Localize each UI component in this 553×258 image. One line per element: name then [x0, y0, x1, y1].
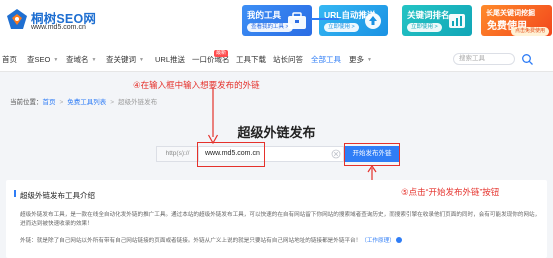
new-badge: 最新	[214, 50, 229, 57]
intro-paragraph-backlink: 外链：就是除了自己网站以外所有带有自己网站链接的页面或者链接。外链从广义上说的就…	[20, 237, 545, 246]
breadcrumb-separator: >	[59, 99, 64, 106]
nav-label: 查域名	[66, 55, 89, 64]
nav-item-qa[interactable]: 站长问答	[273, 54, 303, 65]
nav-item-url-push[interactable]: URL推送	[155, 54, 185, 65]
breadcrumb-separator: >	[110, 99, 115, 106]
chevron-down-icon: ▼	[139, 57, 144, 63]
search-icon[interactable]	[521, 53, 534, 66]
nav-item-downloads[interactable]: 工具下载	[236, 54, 266, 65]
promo-title: 关键词排名	[407, 10, 450, 20]
promo-my-tools[interactable]: 我的工具 查看我的工具 >	[242, 5, 312, 36]
nav-label: URL推送	[155, 55, 186, 64]
nav-label: 全部工具	[311, 55, 341, 64]
clear-icon[interactable]	[331, 149, 341, 159]
annotation-step5: ⑤点击“开始发布外链”按钮	[401, 187, 500, 197]
breadcrumb-label: 当前位置：	[10, 99, 43, 106]
nav-label: 首页	[2, 55, 17, 64]
nav-item-keyword[interactable]: 查关键词 ▼	[106, 54, 144, 65]
annotation-step4: ④在输入框中输入想要发布的外链	[133, 80, 260, 90]
promo-url-push[interactable]: URL自动推送 立即使用 >	[319, 5, 388, 36]
breadcrumb: 当前位置：首页 > 免费工具列表 > 超级外链发布	[10, 96, 157, 106]
nav-label: 工具下载	[236, 55, 266, 64]
breadcrumb-home[interactable]: 首页	[43, 99, 56, 106]
nav-item-more[interactable]: 更多 ▼	[349, 54, 372, 65]
tool-search-input[interactable]: 搜索工具	[453, 53, 515, 65]
chevron-down-icon: ▼	[367, 57, 372, 63]
how-it-works-link[interactable]: （工作原理）	[361, 238, 395, 244]
nav-item-all-tools[interactable]: 全部工具	[311, 54, 341, 65]
upload-icon	[365, 13, 381, 29]
site-header: 桐树SEO网 www.md5.com.cn 我的工具 查看我的工具 > URL自…	[0, 0, 553, 46]
breadcrumb-current: 超级外链发布	[118, 99, 158, 106]
info-icon	[395, 237, 402, 243]
annotation-arrow-down-icon	[207, 88, 219, 144]
promo-ad-button[interactable]: 点击免费使用	[511, 27, 550, 36]
promo-longtail-ad[interactable]: 长尾关键词挖掘 免费使用 点击免费使用	[481, 5, 552, 36]
chevron-down-icon: ▼	[53, 57, 59, 63]
promo-button[interactable]: 立即使用 >	[324, 23, 359, 32]
ranking-chart-icon	[449, 14, 465, 28]
nav-item-domain[interactable]: 查域名 ▼	[66, 54, 96, 65]
site-logo[interactable]: 桐树SEO网 www.md5.com.cn	[6, 6, 96, 38]
url-input[interactable]: www.md5.com.cn	[198, 146, 344, 162]
promo-button[interactable]: 立即使用 >	[407, 23, 442, 32]
promo-title: 我的工具	[247, 10, 282, 20]
logo-url: www.md5.com.cn	[31, 24, 86, 31]
page-title: 超级外链发布	[237, 125, 316, 140]
toolbox-icon	[288, 12, 306, 29]
chevron-down-icon: ▼	[91, 57, 97, 63]
intro-paragraph: 超级外链发布工具，是一款在线全自动化发外链的推广工具。通过本站的超级外链发布工具…	[20, 212, 541, 227]
intro-accent-bar	[14, 190, 16, 197]
intro-backlink-text: 外链：就是除了自己网站以外所有带有自己网站链接的页面或者链接。外链从广义上说的就…	[20, 238, 362, 244]
logo-mark-icon	[7, 9, 27, 29]
breadcrumb-tool-list[interactable]: 免费工具列表	[67, 99, 106, 106]
protocol-prefix: http(s)://	[156, 146, 198, 162]
promo-keyword-rank[interactable]: 关键词排名 立即使用 >	[402, 5, 472, 36]
nav-label: 查SEO	[27, 55, 51, 64]
nav-label: 更多	[349, 55, 364, 64]
nav-active-indicator	[311, 18, 339, 20]
intro-title: 超级外链发布工具介绍	[20, 191, 95, 200]
promo-button[interactable]: 查看我的工具 >	[247, 23, 293, 32]
nav-item-seo[interactable]: 查SEO ▼	[27, 54, 58, 65]
start-publish-button[interactable]: 开始发布外链	[344, 146, 400, 162]
nav-label: 站长问答	[273, 55, 303, 64]
nav-label: 查关键词	[106, 55, 136, 64]
nav-item-home[interactable]: 首页	[2, 54, 17, 65]
